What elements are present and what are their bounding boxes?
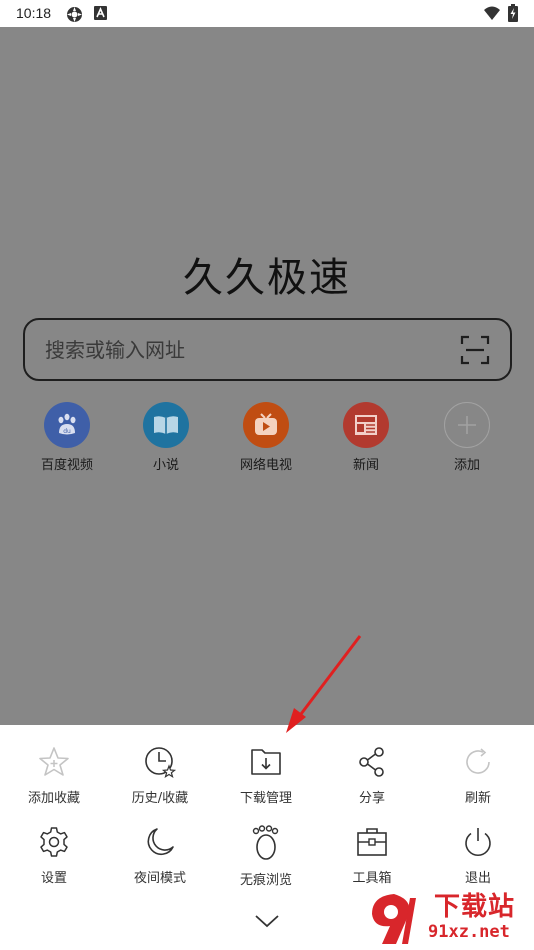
page-title: 久久极速 [183, 255, 351, 301]
menu-add-bookmark[interactable]: 添加收藏 [4, 745, 104, 806]
menu-label: 设置 [40, 871, 67, 886]
shortcut-label: 添加 [453, 458, 480, 473]
menu-refresh[interactable]: 刷新 [428, 745, 528, 806]
share-icon [359, 747, 384, 777]
menu-label: 添加收藏 [27, 791, 80, 806]
shortcut-novel[interactable]: 小说 [121, 402, 211, 473]
battery-icon [508, 4, 518, 22]
download-folder-icon [251, 749, 281, 775]
shortcut-label: 网络电视 [239, 458, 292, 473]
toolbox-icon [357, 828, 387, 856]
tv-icon [243, 402, 289, 448]
menu-label: 刷新 [464, 791, 491, 806]
shortcut-baidu-video[interactable]: du 百度视频 [22, 402, 112, 473]
footprint-icon [252, 825, 279, 860]
menu-share[interactable]: 分享 [322, 745, 422, 806]
menu-toolbox[interactable]: 工具箱 [322, 825, 422, 886]
wifi-icon [484, 6, 500, 20]
power-icon [465, 828, 491, 856]
chevron-down-icon[interactable] [253, 912, 281, 930]
watermark-title: 下载站 [434, 892, 516, 922]
svg-text:du: du [63, 428, 71, 435]
shortcut-add[interactable]: 添加 [422, 402, 512, 473]
menu-label: 下载管理 [239, 791, 292, 806]
menu-history[interactable]: 历史/收藏 [110, 745, 210, 806]
refresh-icon [466, 748, 490, 774]
scan-icon[interactable] [460, 335, 490, 365]
menu-label: 夜间模式 [133, 871, 186, 886]
menu-incognito[interactable]: 无痕浏览 [216, 825, 316, 888]
search-box[interactable] [23, 318, 512, 381]
menu-download-manager[interactable]: 下载管理 [216, 745, 316, 806]
news-icon [343, 402, 389, 448]
watermark-url: 91xz.net [428, 922, 510, 942]
gear-icon [40, 827, 68, 857]
menu-label: 无痕浏览 [239, 873, 292, 888]
menu-label: 分享 [358, 791, 385, 806]
menu-exit[interactable]: 退出 [428, 825, 528, 886]
menu-label: 工具箱 [352, 871, 392, 886]
status-time: 10:18 [16, 5, 52, 21]
home-page: 久久极速 du 百度视频 小说 [0, 27, 534, 725]
shortcut-news[interactable]: 新闻 [321, 402, 411, 473]
menu-night-mode[interactable]: 夜间模式 [110, 825, 210, 886]
menu-label: 退出 [464, 871, 491, 886]
star-add-icon [39, 747, 69, 776]
plus-icon [444, 402, 490, 448]
sync-icon [67, 7, 82, 22]
watermark: 下载站 91xz.net [364, 886, 534, 950]
shortcut-label: 小说 [152, 458, 179, 473]
baidu-paw-icon: du [44, 402, 90, 448]
menu-label: 历史/收藏 [131, 791, 189, 806]
menu-settings[interactable]: 设置 [4, 825, 104, 886]
history-icon [145, 747, 177, 779]
status-bar: 10:18 [0, 0, 534, 27]
shortcut-label: 百度视频 [40, 458, 93, 473]
book-icon [143, 402, 189, 448]
watermark-logo-icon [372, 894, 416, 944]
search-input[interactable] [45, 334, 445, 366]
app-a-icon [94, 6, 107, 20]
shortcut-tv[interactable]: 网络电视 [221, 402, 311, 473]
shortcut-label: 新闻 [352, 458, 379, 473]
moon-icon [147, 828, 174, 856]
